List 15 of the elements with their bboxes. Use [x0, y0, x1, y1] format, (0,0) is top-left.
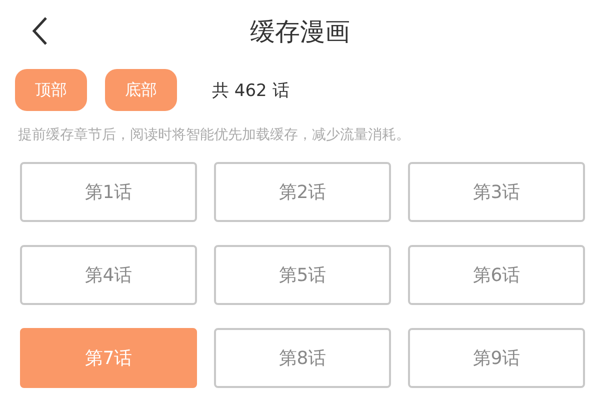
jump-button[interactable]: 顶部 [15, 69, 87, 111]
chapter-button[interactable]: 第7话 [20, 328, 197, 388]
chapter-button[interactable]: 第4话 [20, 245, 197, 305]
back-icon[interactable] [30, 16, 50, 46]
chapter-count: 共 462 话 [212, 80, 290, 102]
chapter-button[interactable]: 第9话 [408, 328, 585, 388]
chapter-button[interactable]: 第3话 [408, 162, 585, 222]
chapter-button[interactable]: 第6话 [408, 245, 585, 305]
chapter-button[interactable]: 第5话 [214, 245, 391, 305]
chapter-button[interactable]: 第1话 [20, 162, 197, 222]
chapter-button[interactable]: 第2话 [214, 162, 391, 222]
page-title: 缓存漫画 [250, 16, 350, 48]
jump-button[interactable]: 底部 [105, 69, 177, 111]
chapter-button[interactable]: 第8话 [214, 328, 391, 388]
hint-text: 提前缓存章节后，阅读时将智能优先加载缓存，减少流量消耗。 [17, 126, 411, 145]
